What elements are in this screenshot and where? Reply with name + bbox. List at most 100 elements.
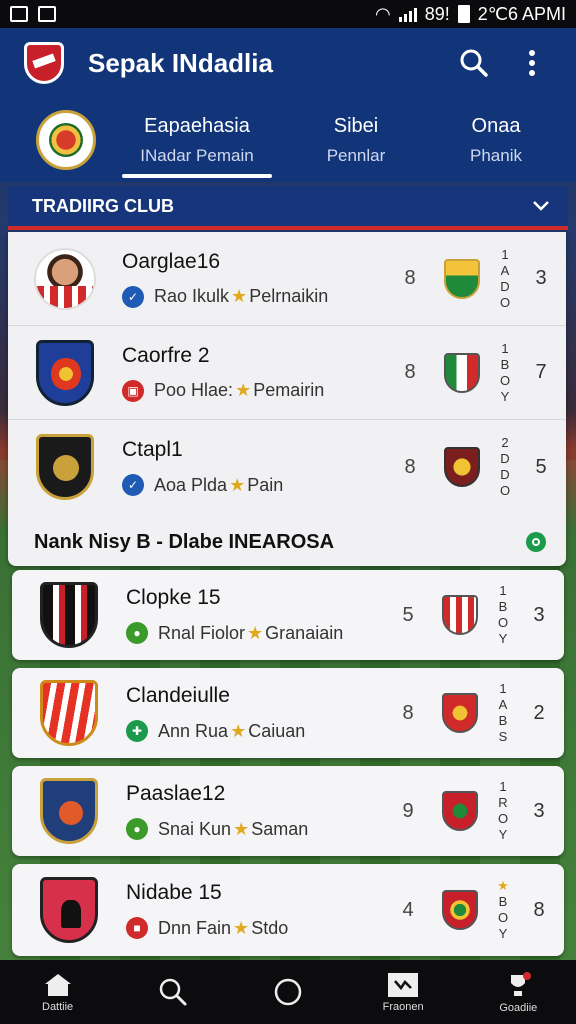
- item-score: 3: [535, 267, 547, 289]
- more-options-button[interactable]: [512, 43, 552, 83]
- club-badge-icon: [442, 791, 478, 831]
- item-score: 3: [533, 799, 545, 822]
- item-value: 5: [402, 603, 414, 626]
- club-crest: [34, 339, 96, 406]
- search-icon: [460, 49, 488, 77]
- tab-bar: Eapaehasia INadar Pemain Sibei Pennlar O…: [0, 98, 576, 182]
- nav-home[interactable]: Dattiie: [18, 972, 98, 1013]
- item-name: Clandeiulle: [126, 684, 230, 707]
- item-value: 8: [402, 701, 414, 724]
- club-crest: [38, 877, 100, 943]
- club-crest: [38, 582, 100, 648]
- item-value: 8: [404, 455, 416, 478]
- app-logo[interactable]: [24, 42, 64, 84]
- list-item[interactable]: Nidabe 15 ■ Dnn Fain ★ Stdo 4 ★ B O Y 8: [12, 864, 564, 956]
- list-item[interactable]: Paaslae12 ● Snai Kun ★ Saman 9 1ROY 3: [12, 766, 564, 856]
- bottom-navigation: Dattiie Fraonen Goadiie: [0, 960, 576, 1024]
- app-header: Sepak INdadlia Eapaehasia INadar Pemain …: [0, 28, 576, 182]
- item-name: Clopke 15: [126, 586, 221, 609]
- item-name: Oarglae16: [122, 249, 221, 273]
- item-name: Paaslae12: [126, 782, 226, 805]
- star-icon: ★: [235, 380, 252, 400]
- item-name: Nidabe 15: [126, 881, 222, 904]
- form-column: 2DDO: [499, 435, 511, 498]
- list-item[interactable]: Oarglae16 ✓ Rao Ikulk ★ Pelrnaikin 8 1ADO 3: [8, 232, 566, 326]
- item-score: 5: [535, 455, 547, 478]
- position-icon: ■: [126, 917, 148, 939]
- club-badge-icon: [444, 352, 480, 393]
- chevron-down-icon: [533, 201, 549, 211]
- form-column: 1BOY: [499, 340, 511, 404]
- form-column: 1ABS: [498, 681, 508, 744]
- status-bar: ◠ 89! 2℃6 APMI: [0, 0, 576, 28]
- club-crest: [38, 778, 100, 844]
- notification-icon: [10, 6, 28, 22]
- more-vert-icon: [529, 50, 535, 76]
- clock: 2℃6 APMI: [477, 3, 566, 24]
- item-value: 4: [402, 898, 414, 921]
- item-value: 9: [402, 799, 414, 822]
- avatar: [34, 246, 96, 312]
- nav-center[interactable]: [248, 977, 328, 1007]
- app-title: Sepak INdadlia: [88, 47, 273, 78]
- star-icon: ★: [247, 622, 264, 643]
- club-badge-icon: [442, 595, 478, 635]
- battery-percent: 89!: [424, 3, 450, 24]
- position-icon: ✓: [122, 285, 144, 308]
- section-header[interactable]: TRADIIRG CLUB: [8, 186, 568, 230]
- club-crest-icon[interactable]: [36, 110, 96, 170]
- nav-search[interactable]: [133, 977, 213, 1007]
- status-dot-icon: [526, 532, 546, 552]
- item-value: 8: [404, 267, 416, 289]
- home-icon: [44, 973, 71, 996]
- circle-icon: [274, 978, 302, 1006]
- trophy-icon: [511, 971, 532, 996]
- tab-players[interactable]: Eapaehasia INadar Pemain: [122, 98, 272, 182]
- star-icon: ★: [233, 818, 250, 839]
- club-crest: [34, 434, 96, 500]
- nav-trophy[interactable]: Goadiie: [478, 971, 558, 1014]
- list-item[interactable]: Clopke 15 ● Rnal Fiolor ★ Granaiain 5 1BOY …: [12, 570, 564, 660]
- form-column: 1ADO: [499, 246, 511, 310]
- item-name: Caorfre 2: [122, 343, 210, 367]
- star-icon: ★: [233, 917, 250, 938]
- club-badge-icon: [444, 258, 480, 299]
- scoreboard-icon: [388, 972, 419, 997]
- club-badge-icon: [442, 693, 478, 733]
- list-item[interactable]: Clandeiulle ✚ Ann Rua ★ Caiuan 8 1ABS 2: [12, 668, 564, 758]
- wifi-icon: ◠: [374, 3, 391, 24]
- group-title: Nank Nisy B - Dlabe INEAROSA: [34, 530, 335, 553]
- tab-stats[interactable]: Sibei Pennlar: [286, 98, 426, 182]
- position-icon: ●: [126, 622, 148, 644]
- star-icon: ★: [231, 286, 248, 306]
- image-icon: [38, 6, 56, 22]
- nav-scores[interactable]: Fraonen: [363, 972, 443, 1013]
- club-list-panel: Oarglae16 ✓ Rao Ikulk ★ Pelrnaikin 8 1ADO 3…: [8, 232, 566, 566]
- item-name: Ctapl1: [122, 438, 183, 461]
- form-column: 1BOY: [497, 583, 509, 646]
- app-bar: Sepak INdadlia: [0, 28, 576, 98]
- form-column: ★ B O Y: [497, 878, 509, 941]
- position-icon: ✓: [122, 474, 144, 496]
- club-badge-icon: [442, 890, 478, 930]
- item-score: 2: [533, 701, 545, 724]
- group-header[interactable]: Nank Nisy B - Dlabe INEAROSA: [8, 518, 566, 566]
- section-title: TRADIIRG CLUB: [32, 195, 174, 216]
- position-icon: ▣: [122, 379, 144, 402]
- list-item[interactable]: Ctapl1 ✓ Aoa Plda ★ Pain 8 2DDO 5: [8, 420, 566, 514]
- item-score: 7: [535, 361, 547, 383]
- battery-icon: [457, 5, 470, 23]
- club-crest: [38, 680, 100, 746]
- position-icon: ●: [126, 818, 148, 840]
- club-badge-icon: [444, 447, 480, 487]
- position-icon: ✚: [126, 720, 148, 742]
- search-button[interactable]: [454, 43, 494, 83]
- item-score: 8: [533, 898, 545, 921]
- star-icon: ★: [229, 474, 246, 495]
- star-icon: ★: [230, 720, 247, 741]
- item-score: 3: [533, 603, 545, 626]
- list-item[interactable]: Caorfre 2 ▣ Poo Hlae: ★ Pemairin 8 1BOY 7: [8, 326, 566, 420]
- form-column: 1ROY: [497, 779, 509, 842]
- tab-ranking[interactable]: Onaa Phanik: [436, 98, 556, 182]
- search-icon: [159, 978, 187, 1006]
